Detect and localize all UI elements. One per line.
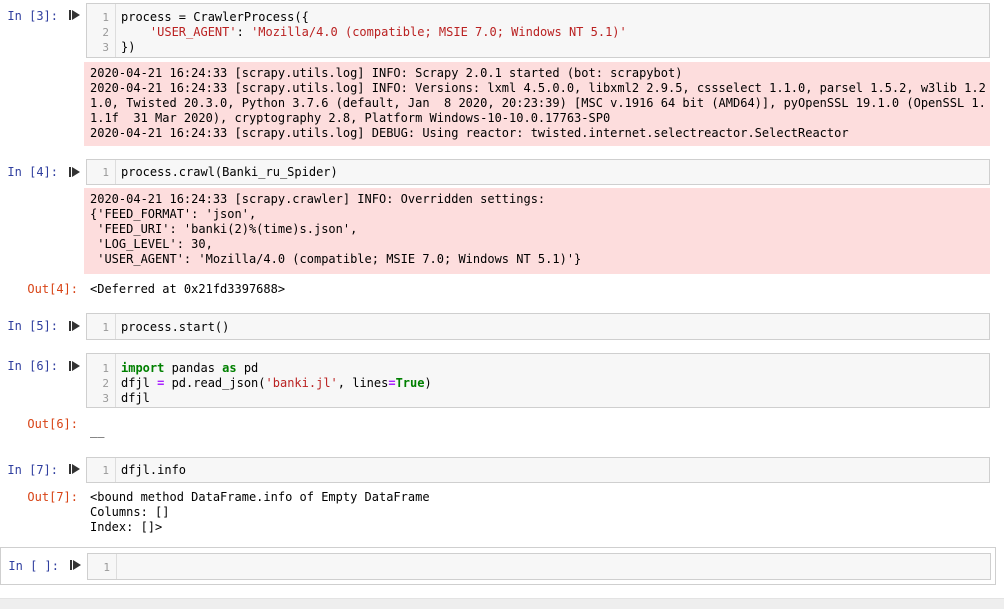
line-number: 1 — [102, 166, 109, 179]
input-prompt: In [ ]: — [8, 559, 59, 573]
line-number: 1 — [102, 464, 109, 477]
code-line: process.start() — [121, 320, 230, 334]
input-prompt: In [3]: — [7, 9, 58, 23]
line-number: 1 — [102, 362, 109, 375]
line-number: 1 — [102, 321, 109, 334]
output-prompt: Out[6]: — [27, 417, 78, 431]
line-number-gutter: 1 — [87, 160, 116, 184]
code-line: dfjl = pd.read_json('banki.jl', lines=Tr… — [121, 376, 432, 390]
stderr-line: 1.0, Twisted 20.3.0, Python 3.7.6 (defau… — [90, 96, 986, 110]
output-line: <bound method DataFrame.info of Empty Da… — [90, 490, 430, 504]
output-prompt: Out[7]: — [27, 490, 78, 504]
stderr-line: 2020-04-21 16:24:33 [scrapy.crawler] INF… — [90, 192, 546, 206]
input-prompt: In [4]: — [7, 165, 58, 179]
run-cell-icon[interactable] — [69, 360, 81, 372]
run-cell-icon[interactable] — [69, 9, 81, 21]
input-prompt: In [6]: — [7, 359, 58, 373]
stderr-output: 2020-04-21 16:24:33 [scrapy.utils.log] I… — [84, 62, 990, 146]
code-line: process.crawl(Banki_ru_Spider) — [121, 165, 338, 179]
code-line: 'USER_AGENT': 'Mozilla/4.0 (compatible; … — [149, 25, 627, 39]
stderr-line: 'FEED_URI': 'banki(2)%(time)s.json', — [90, 222, 358, 236]
run-cell-icon[interactable] — [70, 559, 82, 571]
code-cell-6[interactable]: In [6]: 1 2 3 import pandas as pd dfjl =… — [0, 350, 1004, 450]
stderr-output: 2020-04-21 16:24:33 [scrapy.crawler] INF… — [84, 188, 990, 274]
code-cell-4[interactable]: In [4]: 1 process.crawl(Banki_ru_Spider)… — [0, 156, 1004, 304]
line-number: 1 — [102, 11, 109, 24]
code-editor[interactable]: 1 2 3 process = CrawlerProcess({ 'USER_A… — [86, 3, 990, 58]
run-cell-icon[interactable] — [69, 463, 81, 475]
output-line: Index: []> — [90, 520, 163, 534]
code-line: dfjl.info — [121, 463, 187, 477]
code-line: dfjl — [121, 391, 150, 405]
cell-output: <bound method DataFrame.info of Empty Da… — [90, 490, 430, 535]
line-number-gutter: 1 — [87, 314, 116, 339]
code-cell-3[interactable]: In [3]: 1 2 3 process = CrawlerProcess({… — [0, 0, 1004, 150]
run-cell-icon[interactable] — [69, 320, 81, 332]
code-cell-empty-selected[interactable]: In [ ]: 1 — [0, 547, 996, 585]
output-line: __ — [90, 424, 105, 438]
output-line: Columns: [] — [90, 505, 170, 519]
input-prompt: In [5]: — [7, 319, 58, 333]
code-line: process = CrawlerProcess({ — [121, 10, 309, 24]
input-prompt: In [7]: — [7, 463, 58, 477]
code-line: import pandas as pd — [121, 361, 259, 375]
output-prompt: Out[4]: — [27, 282, 78, 296]
stderr-line: 'LOG_LEVEL': 30, — [90, 237, 213, 251]
code-editor[interactable]: 1 2 3 import pandas as pd dfjl = pd.read… — [86, 353, 990, 408]
cell-output: __ — [90, 424, 104, 439]
line-number-gutter: 1 2 3 — [87, 354, 116, 407]
stderr-line: 2020-04-21 16:24:33 [scrapy.utils.log] I… — [90, 66, 683, 80]
line-number: 1 — [103, 561, 110, 574]
line-number: 3 — [102, 392, 109, 405]
line-number: 2 — [102, 377, 109, 390]
horizontal-scrollbar[interactable] — [0, 598, 1004, 609]
code-cell-7[interactable]: In [7]: 1 dfjl.info Out[7]: <bound metho… — [0, 454, 1004, 540]
code-cell-5[interactable]: In [5]: 1 process.start() — [0, 310, 1004, 346]
cell-output: <Deferred at 0x21fd3397688> — [90, 282, 285, 297]
line-number: 2 — [102, 26, 109, 39]
stderr-line: 1.1f 31 Mar 2020), cryptography 2.8, Pla… — [90, 111, 611, 125]
stderr-line: 'USER_AGENT': 'Mozilla/4.0 (compatible; … — [90, 252, 582, 266]
run-cell-icon[interactable] — [69, 166, 81, 178]
stderr-line: 2020-04-21 16:24:33 [scrapy.utils.log] D… — [90, 126, 849, 140]
stderr-line: {'FEED_FORMAT': 'json', — [90, 207, 257, 221]
code-editor[interactable]: 1 — [87, 553, 991, 580]
code-editor[interactable]: 1 process.start() — [86, 313, 990, 340]
line-number-gutter: 1 2 3 — [87, 4, 116, 57]
line-number-gutter: 1 — [88, 554, 117, 579]
stderr-line: 2020-04-21 16:24:33 [scrapy.utils.log] I… — [90, 81, 986, 95]
line-number-gutter: 1 — [87, 458, 116, 482]
output-line: <Deferred at 0x21fd3397688> — [90, 282, 286, 296]
code-line: }) — [121, 40, 136, 54]
line-number: 3 — [102, 41, 109, 54]
code-editor[interactable]: 1 dfjl.info — [86, 457, 990, 483]
code-editor[interactable]: 1 process.crawl(Banki_ru_Spider) — [86, 159, 990, 185]
